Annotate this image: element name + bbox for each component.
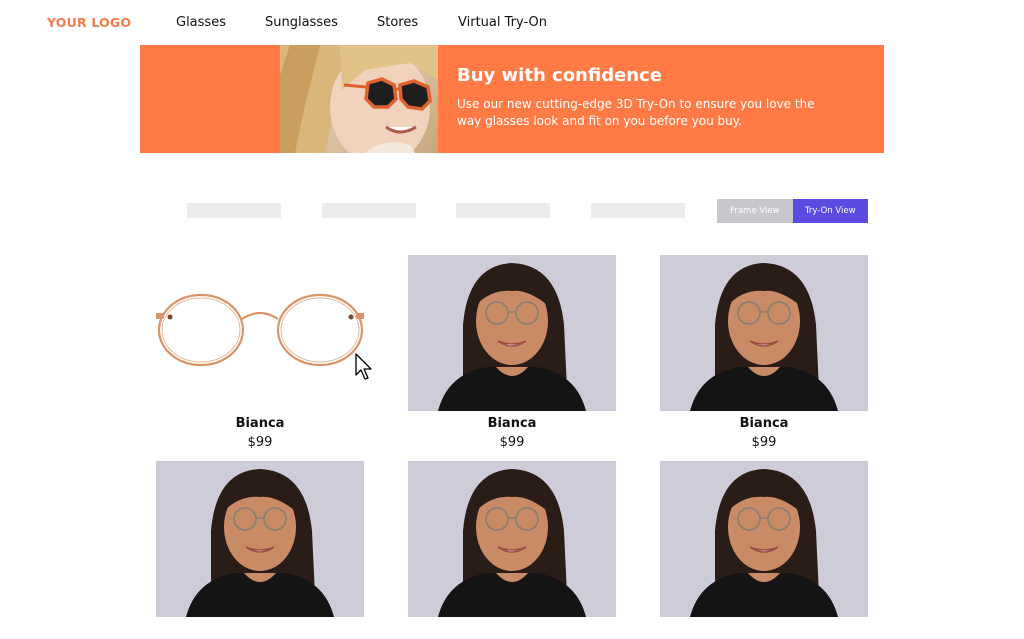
product-price: $99 bbox=[247, 435, 273, 450]
product-card[interactable] bbox=[408, 461, 616, 617]
product-card[interactable]: Bianca $99 bbox=[408, 255, 616, 450]
product-card[interactable]: Bianca $99 bbox=[660, 255, 868, 450]
frame-view-button[interactable]: Frame View bbox=[717, 199, 793, 223]
mouse-cursor-icon bbox=[355, 353, 372, 380]
product-card[interactable] bbox=[156, 461, 364, 617]
banner-title: Buy with confidence bbox=[457, 65, 662, 86]
banner-text: Use our new cutting-edge 3D Try-On to en… bbox=[457, 97, 815, 128]
nav-glasses[interactable]: Glasses bbox=[176, 15, 226, 30]
nav-virtual-try-on[interactable]: Virtual Try-On bbox=[458, 15, 547, 30]
product-name: Bianca bbox=[487, 416, 537, 431]
product-card[interactable]: Bianca $99 bbox=[156, 255, 364, 450]
product-price: $99 bbox=[499, 435, 525, 450]
filter-dropdown-placeholder[interactable] bbox=[456, 203, 550, 218]
product-price: $99 bbox=[751, 435, 777, 450]
product-frame-image bbox=[156, 255, 364, 411]
product-model-image bbox=[660, 461, 868, 617]
product-name: Bianca bbox=[739, 416, 789, 431]
product-model-image bbox=[660, 255, 868, 411]
logo[interactable]: YOUR LOGO bbox=[47, 15, 131, 30]
try-on-view-button[interactable]: Try-On View bbox=[792, 199, 868, 223]
banner-model-photo bbox=[280, 45, 438, 153]
filter-dropdown-placeholder[interactable] bbox=[322, 203, 416, 218]
product-card[interactable] bbox=[660, 461, 868, 617]
filter-dropdown-placeholder[interactable] bbox=[187, 203, 281, 218]
filter-dropdown-placeholder[interactable] bbox=[591, 203, 685, 218]
nav-stores[interactable]: Stores bbox=[377, 15, 418, 30]
product-model-image bbox=[156, 461, 364, 617]
product-model-image bbox=[408, 255, 616, 411]
nav-sunglasses[interactable]: Sunglasses bbox=[265, 15, 338, 30]
view-toggle: Frame View Try-On View bbox=[717, 199, 868, 223]
product-model-image bbox=[408, 461, 616, 617]
product-name: Bianca bbox=[235, 416, 285, 431]
promo-banner[interactable]: Buy with confidence Use our new cutting-… bbox=[140, 45, 884, 153]
